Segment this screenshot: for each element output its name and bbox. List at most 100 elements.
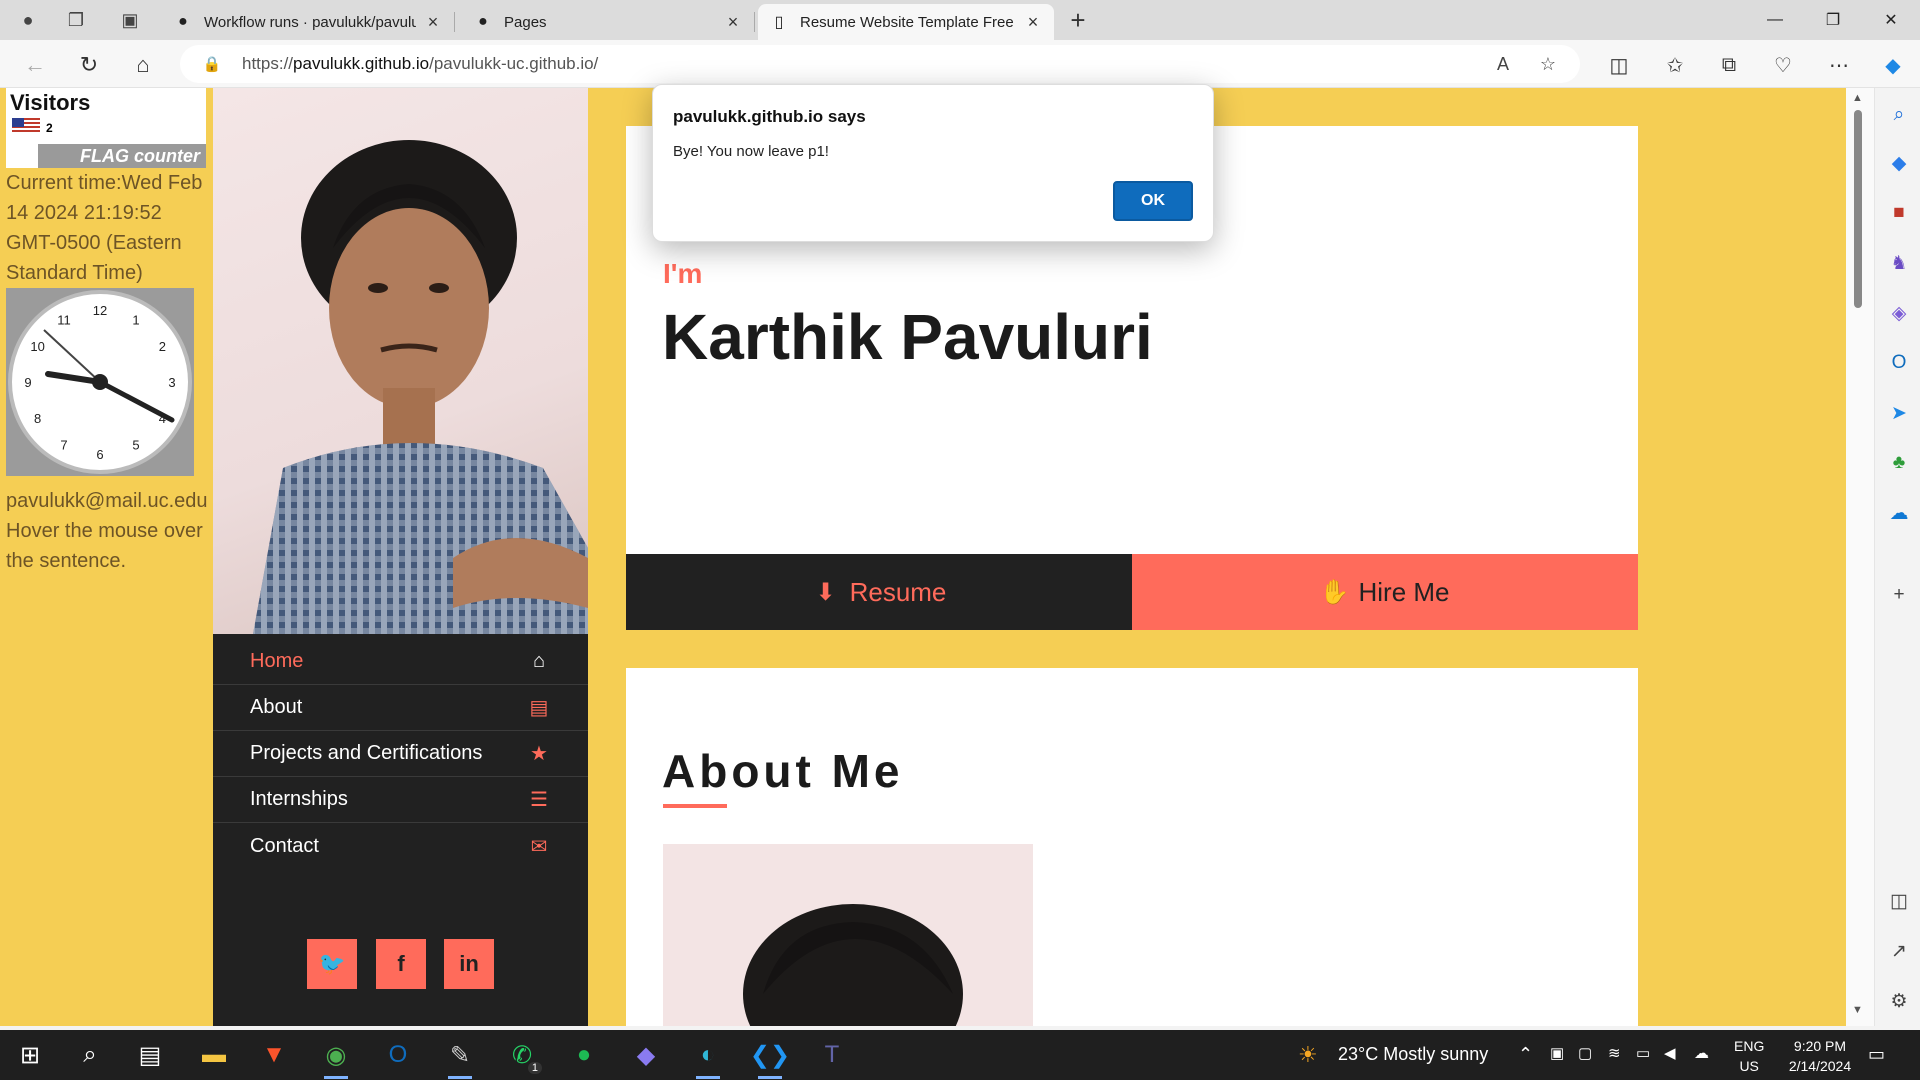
clipchamp-icon[interactable]: ◆ xyxy=(628,1038,664,1072)
restore-icon[interactable]: ❐ xyxy=(1810,0,1856,40)
chrome-icon[interactable]: ◉ xyxy=(318,1038,354,1079)
profile-sidebar: Home ⌂ About ▤ Projects and Certificatio… xyxy=(213,88,588,1026)
meet-icon[interactable]: ▣ xyxy=(1550,1044,1564,1062)
brave-icon[interactable]: ▼ xyxy=(256,1038,292,1072)
lang-line2: US xyxy=(1739,1058,1759,1074)
windows-taskbar: ⊞ ⌕ ▤ ▬ ▼ ◉ O ✎ ✆ 1 ● ◆ ◐ ❮❯ T ☀ 23°C Mos… xyxy=(0,1030,1920,1080)
github-icon: ● xyxy=(178,13,188,30)
tools-icon[interactable]: ■ xyxy=(1886,200,1912,226)
more-menu-icon[interactable]: ⋯ xyxy=(1824,50,1854,80)
file-explorer-icon[interactable]: ▬ xyxy=(196,1038,232,1072)
browser-essentials-icon[interactable]: ♡ xyxy=(1768,50,1798,80)
menu-item-about[interactable]: About ▤ xyxy=(213,685,588,731)
whatsapp-icon[interactable]: ✆ 1 xyxy=(504,1038,542,1074)
menu-label: Home xyxy=(250,650,304,672)
menu-item-contact[interactable]: Contact ✉ xyxy=(213,823,588,869)
clock-numeral: 6 xyxy=(96,447,103,462)
browser-tab-bar: ● ❐ ▣ ● Workflow runs · pavulukk/pavulu … xyxy=(0,0,1920,40)
back-icon[interactable]: ← xyxy=(20,50,50,80)
ok-button[interactable]: OK xyxy=(1113,181,1193,221)
lock-icon[interactable]: 🔒 xyxy=(202,54,222,74)
menu-label: Internships xyxy=(250,788,348,810)
chevron-up-icon[interactable]: ⌃ xyxy=(1518,1044,1533,1065)
edge-icon[interactable]: ◐ xyxy=(690,1038,726,1079)
flag-counter-widget[interactable]: Visitors 2 FLAG counter xyxy=(6,88,206,168)
outlook-taskbar-icon[interactable]: O xyxy=(380,1038,416,1072)
battery-icon[interactable]: ▭ xyxy=(1636,1044,1650,1062)
page-scrollbar[interactable]: ▲ ▼ xyxy=(1846,88,1874,1026)
close-tab-icon[interactable]: × xyxy=(722,11,744,33)
collections-icon[interactable]: ⧉ xyxy=(1714,50,1744,80)
visitor-count: 2 xyxy=(46,121,53,135)
close-tab-icon[interactable]: × xyxy=(1022,11,1044,33)
linkedin-button[interactable]: in xyxy=(444,939,494,989)
app-icon[interactable]: ✎ xyxy=(442,1038,478,1079)
minimize-icon[interactable]: — xyxy=(1752,0,1798,40)
task-view-icon[interactable]: ▤ xyxy=(132,1038,168,1072)
wifi-icon[interactable]: ≋ xyxy=(1608,1044,1621,1062)
about-photo xyxy=(663,844,1033,1026)
notifications-icon[interactable]: ▭ xyxy=(1868,1044,1885,1065)
external-link-icon[interactable]: ↗ xyxy=(1886,938,1912,964)
clock-date: 2/14/2024 xyxy=(1788,1058,1852,1074)
split-screen-icon[interactable]: ◫ xyxy=(1604,50,1634,80)
copilot-icon[interactable]: ◆ xyxy=(1878,50,1908,80)
start-icon[interactable]: ⊞ xyxy=(12,1038,48,1072)
hero-name: Karthik Pavuluri xyxy=(662,301,1153,373)
tree-icon[interactable]: ♣ xyxy=(1886,450,1912,476)
settings-icon[interactable]: ⚙ xyxy=(1886,988,1912,1014)
menu-item-home[interactable]: Home ⌂ xyxy=(213,639,588,685)
clock-numeral: 5 xyxy=(132,437,139,452)
new-tab-icon[interactable]: + xyxy=(1064,5,1092,35)
profile-icon[interactable]: ● xyxy=(16,8,40,32)
address-bar: ← ↻ ⌂ 🔒 https://pavulukk.github.io/pavul… xyxy=(0,40,1920,88)
spotify-icon[interactable]: ● xyxy=(566,1038,602,1072)
weather-icon[interactable]: ☀ xyxy=(1298,1042,1318,1068)
display-icon[interactable]: ▢ xyxy=(1578,1044,1592,1062)
tab-resume-website[interactable]: ▯ Resume Website Template Free D × xyxy=(758,4,1054,40)
volume-icon[interactable]: ◀ xyxy=(1664,1044,1676,1062)
scroll-down-icon[interactable]: ▼ xyxy=(1852,1004,1863,1016)
scroll-thumb[interactable] xyxy=(1854,110,1862,308)
games-icon[interactable]: ♞ xyxy=(1886,250,1912,276)
read-aloud-icon[interactable]: A xyxy=(1492,53,1514,75)
email-text: pavulukk@mail.uc.edu xyxy=(6,490,208,512)
search-icon[interactable]: ⌕ xyxy=(1886,102,1912,128)
onedrive-icon[interactable]: ☁ xyxy=(1886,500,1912,526)
hire-me-button[interactable]: ✋ Hire Me xyxy=(1132,554,1638,630)
close-tab-icon[interactable]: × xyxy=(422,11,444,33)
menu-item-projects[interactable]: Projects and Certifications ★ xyxy=(213,731,588,777)
hide-sidebar-icon[interactable]: ◫ xyxy=(1886,888,1912,914)
outlook-icon[interactable]: O xyxy=(1886,350,1912,376)
search-taskbar-icon[interactable]: ⌕ xyxy=(72,1038,108,1072)
teams-icon[interactable]: T xyxy=(814,1038,850,1072)
weather-text[interactable]: 23°C Mostly sunny xyxy=(1338,1044,1488,1065)
home-nav-icon[interactable]: ⌂ xyxy=(128,50,158,80)
clock[interactable]: 9:20 PM 2/14/2024 xyxy=(1772,1036,1868,1076)
twitter-button[interactable]: 🐦 xyxy=(307,939,357,989)
resume-button[interactable]: ⬇ Resume xyxy=(626,554,1132,630)
favorites-icon[interactable]: ✩ xyxy=(1660,50,1690,80)
tab-actions-icon[interactable]: ▣ xyxy=(118,8,142,32)
menu-item-internships[interactable]: Internships ☰ xyxy=(213,777,588,823)
home-icon: ⌂ xyxy=(532,650,546,672)
menu-label: About xyxy=(250,696,303,718)
add-icon[interactable]: + xyxy=(1886,582,1912,608)
vscode-icon[interactable]: ❮❯ xyxy=(750,1038,790,1079)
workspaces-icon[interactable]: ❐ xyxy=(64,8,88,32)
tab-workflow-runs[interactable]: ● Workflow runs · pavulukk/pavulu × xyxy=(162,4,455,40)
facebook-button[interactable]: f xyxy=(376,939,426,989)
shopping-icon[interactable]: ◆ xyxy=(1886,150,1912,176)
lang-line1: ENG xyxy=(1734,1038,1765,1054)
tab-pages[interactable]: ● Pages × xyxy=(462,4,755,40)
close-window-icon[interactable]: ✕ xyxy=(1868,0,1914,40)
drop-icon[interactable]: ➤ xyxy=(1886,400,1912,426)
refresh-icon[interactable]: ↻ xyxy=(74,50,104,80)
onedrive-tray-icon[interactable]: ☁ xyxy=(1694,1044,1709,1062)
microsoft365-icon[interactable]: ◈ xyxy=(1886,300,1912,326)
favorite-star-icon[interactable]: ☆ xyxy=(1537,53,1559,75)
scroll-up-icon[interactable]: ▲ xyxy=(1852,92,1863,104)
language-indicator[interactable]: ENG US xyxy=(1734,1036,1764,1076)
hover-note-text[interactable]: Hover the mouse over the sentence. xyxy=(6,516,210,576)
url-field[interactable]: 🔒 https://pavulukk.github.io/pavulukk-uc… xyxy=(180,45,1580,83)
